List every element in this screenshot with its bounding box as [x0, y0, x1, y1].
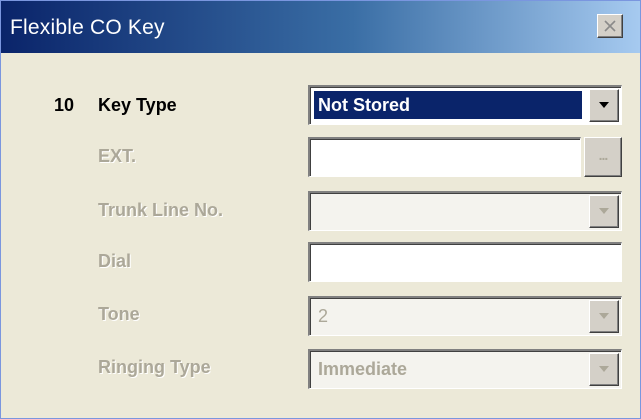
- window-title: Flexible CO Key: [10, 16, 165, 39]
- ext-value: [314, 143, 322, 171]
- chevron-down-icon: [599, 313, 609, 319]
- ext-label: EXT.: [98, 146, 137, 166]
- dialog-body: 10 Key Type Not Stored EXT. ... Trunk Li…: [1, 53, 640, 418]
- trunk-line-dropdown-button[interactable]: [589, 195, 619, 228]
- chevron-down-icon: [599, 208, 609, 214]
- tone-value: 2: [318, 306, 329, 326]
- ext-field[interactable]: [308, 137, 581, 177]
- dial-value: [314, 248, 322, 276]
- close-icon: [604, 20, 616, 32]
- close-button[interactable]: [597, 14, 623, 38]
- trunk-line-select[interactable]: [308, 191, 622, 231]
- ringing-type-select[interactable]: Immediate: [308, 349, 622, 389]
- key-type-value: Not Stored: [314, 91, 582, 119]
- key-type-dropdown-button[interactable]: [589, 89, 619, 122]
- title-bar[interactable]: Flexible CO Key: [1, 1, 640, 53]
- ringing-type-label: Ringing Type: [98, 357, 211, 377]
- ringing-type-dropdown-button[interactable]: [589, 353, 619, 386]
- chevron-down-icon: [599, 102, 609, 108]
- dial-field[interactable]: [308, 242, 622, 282]
- chevron-down-icon: [599, 366, 609, 372]
- dial-label: Dial: [98, 251, 132, 271]
- trunk-line-value: [314, 197, 322, 225]
- tone-dropdown-button[interactable]: [589, 300, 619, 333]
- ext-browse-button[interactable]: ...: [584, 137, 622, 177]
- key-type-select[interactable]: Not Stored: [308, 85, 622, 125]
- row-number: 10: [54, 95, 75, 115]
- trunk-line-label: Trunk Line No.: [98, 200, 224, 220]
- flexible-co-key-dialog: Flexible CO Key 10 Key Type Not Stored E…: [0, 0, 641, 419]
- key-type-label: Key Type: [98, 95, 177, 115]
- tone-select[interactable]: 2: [308, 296, 622, 336]
- ringing-type-value: Immediate: [318, 359, 408, 379]
- tone-label: Tone: [98, 304, 140, 324]
